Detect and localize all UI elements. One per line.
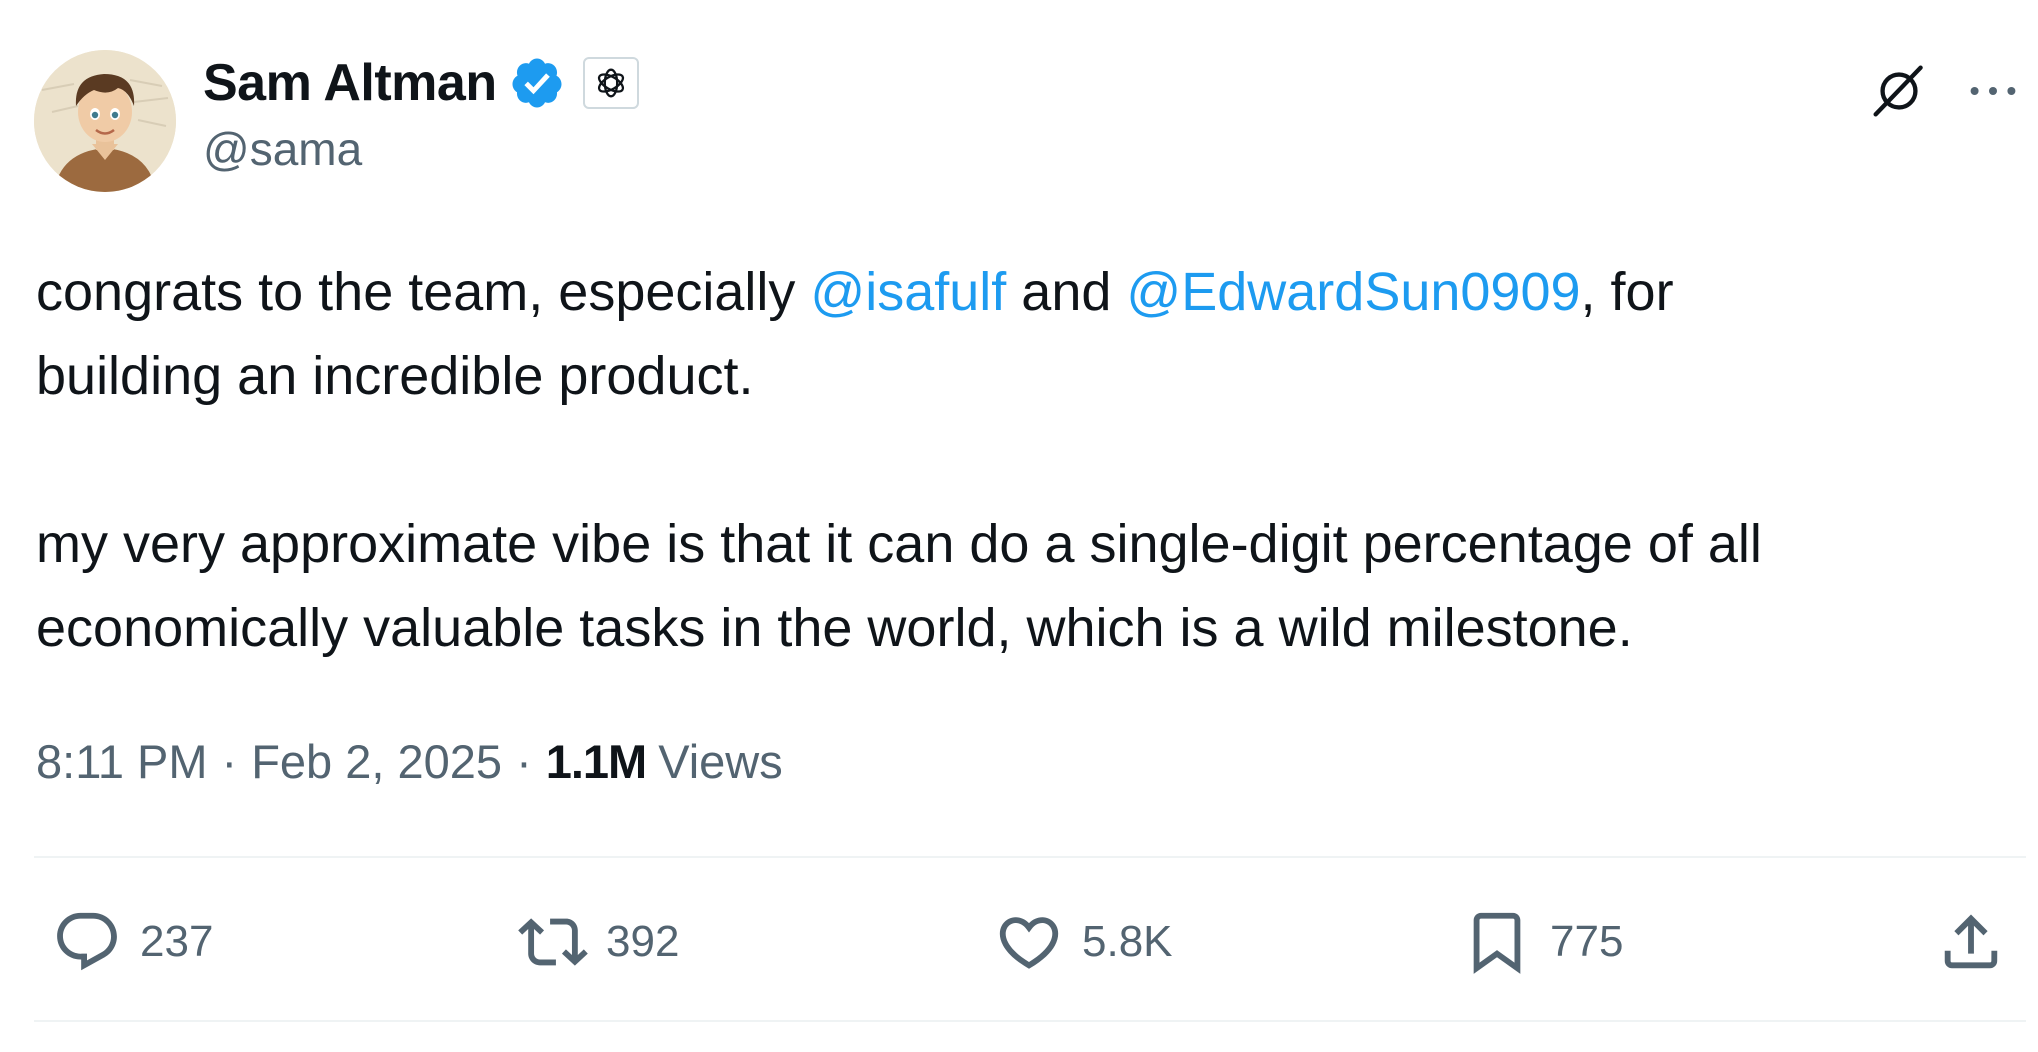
share-icon xyxy=(1944,914,1998,969)
heart-icon xyxy=(999,917,1059,969)
affiliation-badge[interactable] xyxy=(582,57,639,109)
retweet-icon xyxy=(518,918,588,966)
avatar[interactable] xyxy=(34,50,176,192)
like-count: 5.8K xyxy=(1082,917,1173,966)
grok-icon xyxy=(1873,65,1923,117)
bookmark-count: 775 xyxy=(1550,917,1624,966)
bookmark-button[interactable]: 775 xyxy=(1462,902,1623,982)
divider xyxy=(34,856,2026,858)
like-button[interactable]: 5.8K xyxy=(994,902,1173,982)
divider xyxy=(34,1020,2026,1022)
tweet-time[interactable]: 8:11 PM xyxy=(36,734,208,789)
retweet-button[interactable]: 392 xyxy=(518,902,679,982)
meta-separator: · xyxy=(221,734,238,788)
share-button[interactable] xyxy=(1936,902,2006,982)
author-handle[interactable]: @sama xyxy=(203,122,362,176)
views-count[interactable]: 1.1M xyxy=(546,734,647,789)
tweet-line: congrats to the team, especially @isaful… xyxy=(36,250,2026,334)
reply-button[interactable]: 237 xyxy=(52,902,213,982)
openai-logo-icon xyxy=(597,68,624,98)
mention-link[interactable]: @isafulf xyxy=(810,262,1006,322)
tweet-card: Sam Altman @sama congrats to the team, e… xyxy=(0,0,2038,1052)
bookmark-icon xyxy=(1473,912,1521,974)
tweet-line: my very approximate vibe is that it can … xyxy=(36,514,1762,574)
tweet-text-segment: congrats to the team, especially xyxy=(36,262,811,322)
reply-icon xyxy=(57,912,117,971)
cartoon-avatar-icon xyxy=(34,50,176,192)
verified-badge-icon[interactable] xyxy=(509,55,565,111)
tweet-text-segment: , for xyxy=(1580,262,1674,322)
author-name-row: Sam Altman xyxy=(203,52,639,114)
tweet-text: congrats to the team, especially @isaful… xyxy=(36,250,2026,670)
retweet-count: 392 xyxy=(606,917,680,966)
tweet-text-segment: and xyxy=(1006,262,1127,322)
tweet-date[interactable]: Feb 2, 2025 xyxy=(251,734,502,789)
reply-count: 237 xyxy=(140,917,214,966)
more-dots-icon xyxy=(1970,87,2016,95)
mention-link[interactable]: @EdwardSun0909 xyxy=(1126,262,1580,322)
tweet-meta: 8:11 PM · Feb 2, 2025 · 1.1M Views xyxy=(36,728,783,794)
author-display-name[interactable]: Sam Altman xyxy=(203,53,497,113)
views-label[interactable]: Views xyxy=(658,734,783,789)
meta-separator: · xyxy=(516,734,532,788)
grok-button[interactable] xyxy=(1862,54,1936,128)
tweet-line: building an incredible product. xyxy=(36,346,754,406)
more-options-button[interactable] xyxy=(1960,60,2026,122)
tweet-line: economically valuable tasks in the world… xyxy=(36,598,1633,658)
